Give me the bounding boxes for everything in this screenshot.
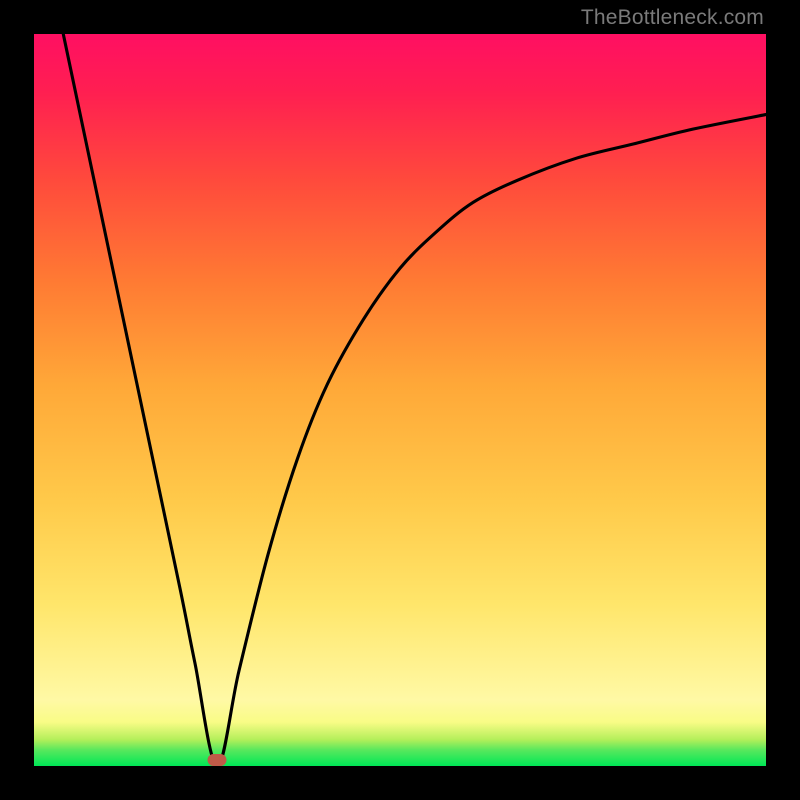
watermark-text: TheBottleneck.com: [581, 6, 764, 30]
chart-frame: TheBottleneck.com: [0, 0, 800, 800]
bottleneck-curve: [63, 34, 766, 766]
curve-svg: [34, 34, 766, 766]
plot-area: [34, 34, 766, 766]
minimum-marker: [208, 754, 227, 766]
